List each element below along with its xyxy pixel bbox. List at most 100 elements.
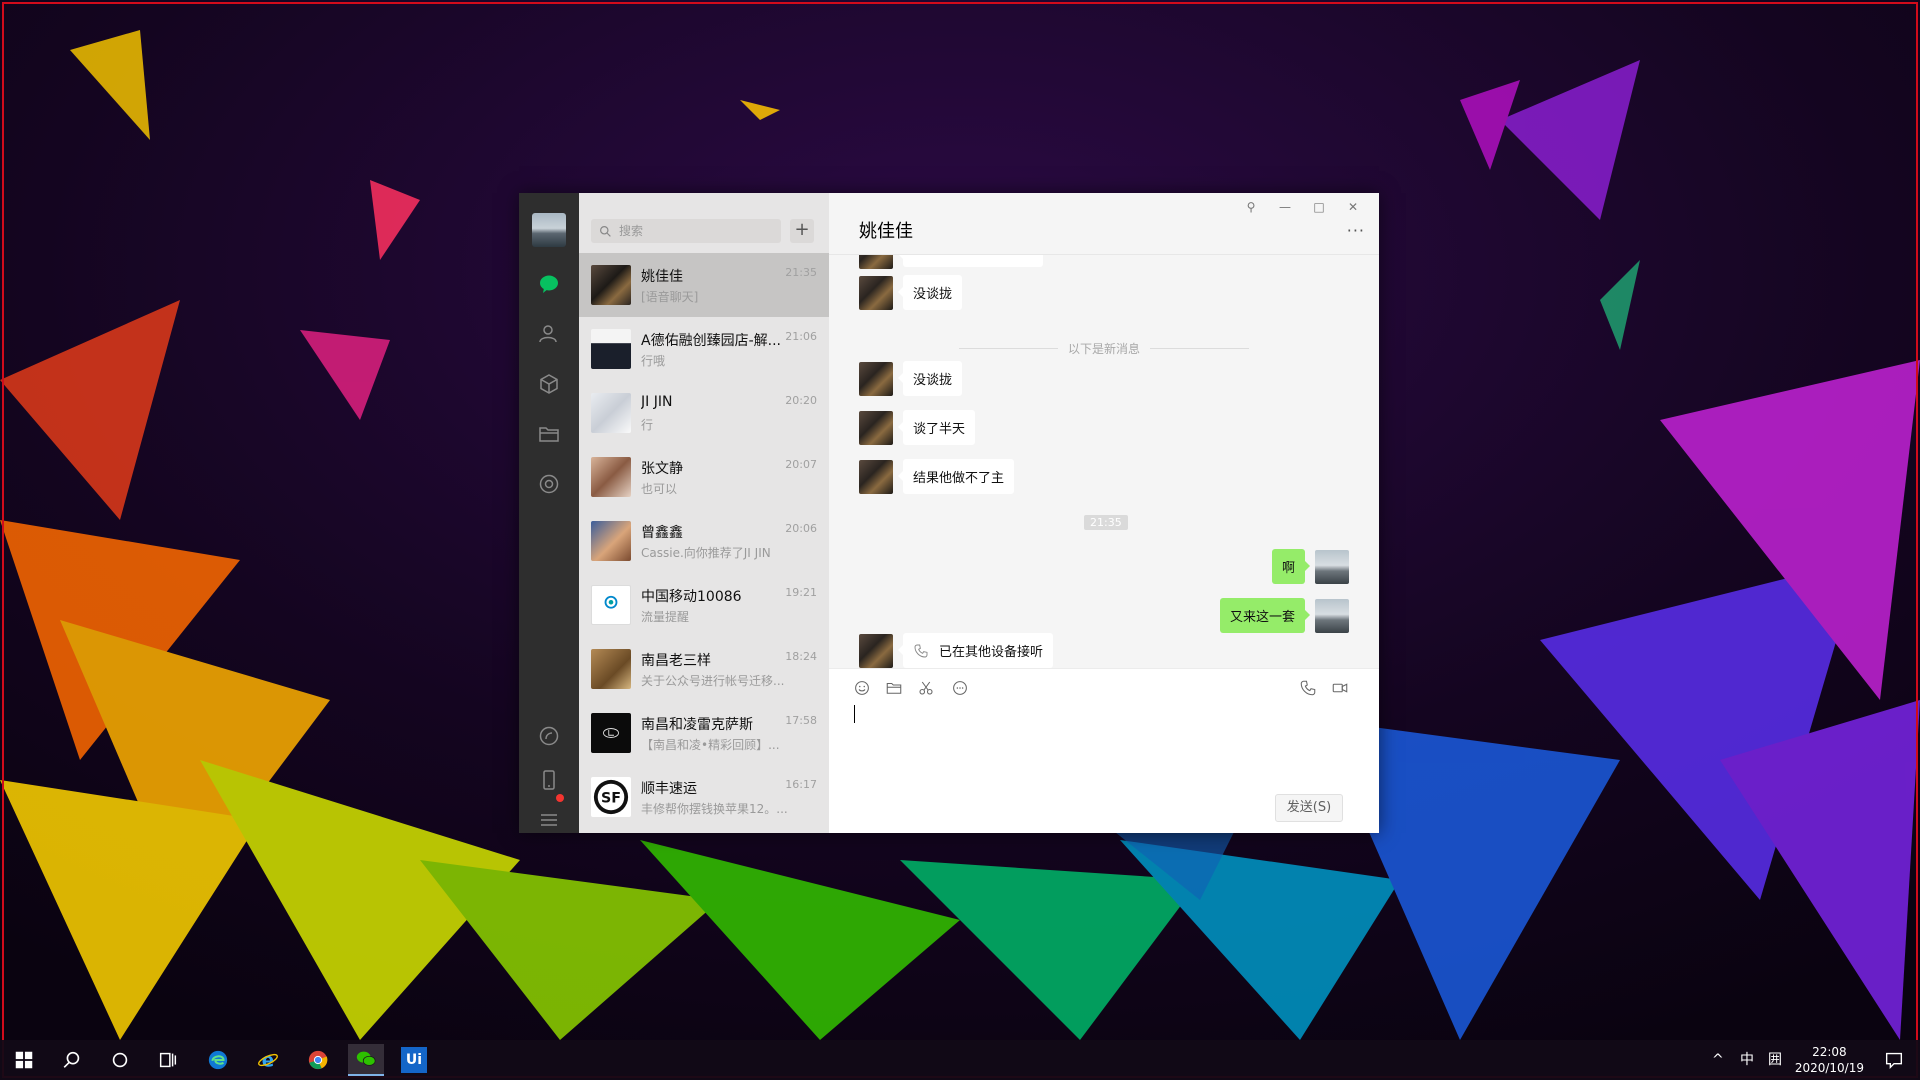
chat-name: JI JIN <box>641 394 673 410</box>
close-button[interactable]: ✕ <box>1341 198 1365 216</box>
contacts-icon[interactable] <box>534 319 564 349</box>
message-input-area[interactable]: 发送(S) <box>829 668 1379 833</box>
message: 结果他做不了主 <box>859 459 1015 494</box>
search-bar[interactable] <box>591 219 781 243</box>
notification-dot <box>556 794 564 802</box>
message-bubble[interactable]: 谈了半天 <box>897 410 976 445</box>
system-clock[interactable]: 22:08 2020/10/19 <box>1795 1044 1864 1076</box>
avatar <box>859 361 893 396</box>
chat-time: 21:06 <box>785 330 817 343</box>
list-item[interactable]: SF 顺丰速运 16:17 丰修帮你摆钱换苹果12。... <box>579 765 829 829</box>
ie-icon[interactable]: e <box>252 1044 284 1076</box>
chat-time: 17:58 <box>785 714 817 727</box>
more-options-button[interactable]: ··· <box>1347 221 1365 240</box>
ime-mode-icon[interactable]: 囲 <box>1768 1040 1782 1080</box>
edge-icon[interactable] <box>202 1044 234 1076</box>
chat-name: 曾鑫鑫 <box>641 525 683 541</box>
chat-preview: 【南昌和凌•精彩回顾】... <box>641 738 780 752</box>
chat-name: 姚佳佳 <box>641 269 683 285</box>
chat-preview: 丰修帮你摆钱换苹果12。... <box>641 802 788 816</box>
folder-icon[interactable] <box>883 677 905 699</box>
list-item[interactable]: 姚佳佳 21:35 [语音聊天] <box>579 253 829 317</box>
chat-time: 20:07 <box>785 458 817 471</box>
wechat-icon[interactable] <box>348 1044 384 1076</box>
phone-icon[interactable] <box>534 765 564 795</box>
message-bubble[interactable]: 啊 <box>1271 549 1311 584</box>
avatar <box>859 459 893 494</box>
time-badge: 21:35 <box>1084 515 1128 530</box>
uipath-icon[interactable]: Ui <box>398 1044 430 1076</box>
chat-name: 张文静 <box>641 461 683 477</box>
message: 谈了半天 <box>859 410 976 445</box>
add-chat-button[interactable]: + <box>790 219 814 243</box>
svg-text:SF: SF <box>601 791 621 807</box>
conversation-list-panel: + 姚佳佳 21:35 [语音聊天] A德佑融创臻园店-解... 21:06 行… <box>579 193 829 833</box>
message: 没谈拢 <box>859 361 963 396</box>
list-item[interactable]: A德佑融创臻园店-解... 21:06 行哦 <box>579 317 829 381</box>
chat-history-icon[interactable] <box>949 677 971 699</box>
search-input[interactable] <box>617 223 771 239</box>
menu-icon[interactable] <box>534 805 564 835</box>
message-bubble[interactable]: 没谈拢 <box>897 275 963 310</box>
chat-list: 姚佳佳 21:35 [语音聊天] A德佑融创臻园店-解... 21:06 行哦 … <box>579 253 829 829</box>
task-view-icon[interactable] <box>152 1044 184 1076</box>
chat-name: 南昌和凌雷克萨斯 <box>641 717 753 733</box>
cortana-icon[interactable] <box>104 1044 136 1076</box>
windows-start-icon[interactable] <box>8 1044 40 1076</box>
avatar <box>1315 549 1349 584</box>
china-mobile-logo-icon <box>604 595 618 609</box>
message-bubble[interactable] <box>898 255 1043 267</box>
message-bubble[interactable]: 又来这一套 <box>1219 598 1311 633</box>
message-bubble[interactable]: 没谈拢 <box>897 361 963 396</box>
chat-preview: 行 <box>641 418 654 432</box>
list-item[interactable]: 南昌老三样 18:24 关于公众号进行帐号迁移... <box>579 637 829 701</box>
chat-time: 19:21 <box>785 586 817 599</box>
tray-overflow-icon[interactable]: ^ <box>1712 1040 1724 1080</box>
send-button[interactable]: 发送(S) <box>1275 794 1343 822</box>
ime-indicator[interactable]: 中 <box>1740 1040 1754 1080</box>
call-status-text: 已在其他设备接听 <box>939 645 1044 660</box>
moments-icon[interactable] <box>534 469 564 499</box>
screenshot-scissors-icon[interactable] <box>915 677 937 699</box>
clock-date: 2020/10/19 <box>1794 1061 1864 1075</box>
chat-time: 21:35 <box>785 266 817 279</box>
text-cursor <box>854 705 855 723</box>
notification-center-icon[interactable] <box>1878 1044 1910 1076</box>
avatar <box>859 255 893 269</box>
chat-time: 18:24 <box>785 650 817 663</box>
favorites-icon[interactable] <box>534 369 564 399</box>
nav-rail <box>519 193 579 833</box>
mini-program-icon[interactable] <box>534 721 564 751</box>
phone-call-icon <box>914 644 928 657</box>
files-icon[interactable] <box>534 419 564 449</box>
voice-call-icon[interactable] <box>1297 677 1319 699</box>
list-item[interactable]: 中国移动10086 19:21 流量提醒 <box>579 573 829 637</box>
clock-time: 22:08 <box>1812 1045 1847 1059</box>
call-message-bubble[interactable]: 已在其他设备接听 <box>897 633 1054 668</box>
minimize-button[interactable]: — <box>1273 198 1297 216</box>
divider-label: 以下是新消息 <box>1068 341 1141 356</box>
chat-icon[interactable] <box>534 269 564 299</box>
avatar <box>1315 598 1349 633</box>
search-icon[interactable] <box>56 1044 88 1076</box>
avatar[interactable] <box>532 213 566 247</box>
chat-preview: 行哦 <box>641 354 666 368</box>
chrome-icon[interactable] <box>302 1044 334 1076</box>
chat-time: 20:06 <box>785 522 817 535</box>
search-icon <box>600 225 611 237</box>
chat-time: 16:17 <box>785 778 817 791</box>
chat-name: 中国移动10086 <box>641 589 742 605</box>
pin-button[interactable]: ⚲ <box>1239 198 1263 216</box>
message-bubble[interactable]: 结果他做不了主 <box>897 459 1015 494</box>
maximize-button[interactable]: □ <box>1307 198 1331 216</box>
chat-preview: 也可以 <box>641 482 678 496</box>
list-item[interactable]: JI JIN 20:20 行 <box>579 381 829 445</box>
emoji-icon[interactable] <box>851 677 873 699</box>
list-item[interactable]: 南昌和凌雷克萨斯 17:58 【南昌和凌•精彩回顾】... <box>579 701 829 765</box>
list-item[interactable]: 张文静 20:07 也可以 <box>579 445 829 509</box>
list-item[interactable]: 曾鑫鑫 20:06 Cassie.向你推荐了JI JIN <box>579 509 829 573</box>
avatar <box>591 585 631 625</box>
avatar: SF <box>591 777 631 817</box>
video-call-icon[interactable] <box>1329 677 1351 699</box>
chat-panel: 姚佳佳 ⚲ — □ ✕ ··· 没谈拢 以下是新消息 没谈拢 谈了半天 结果他做… <box>829 193 1379 833</box>
